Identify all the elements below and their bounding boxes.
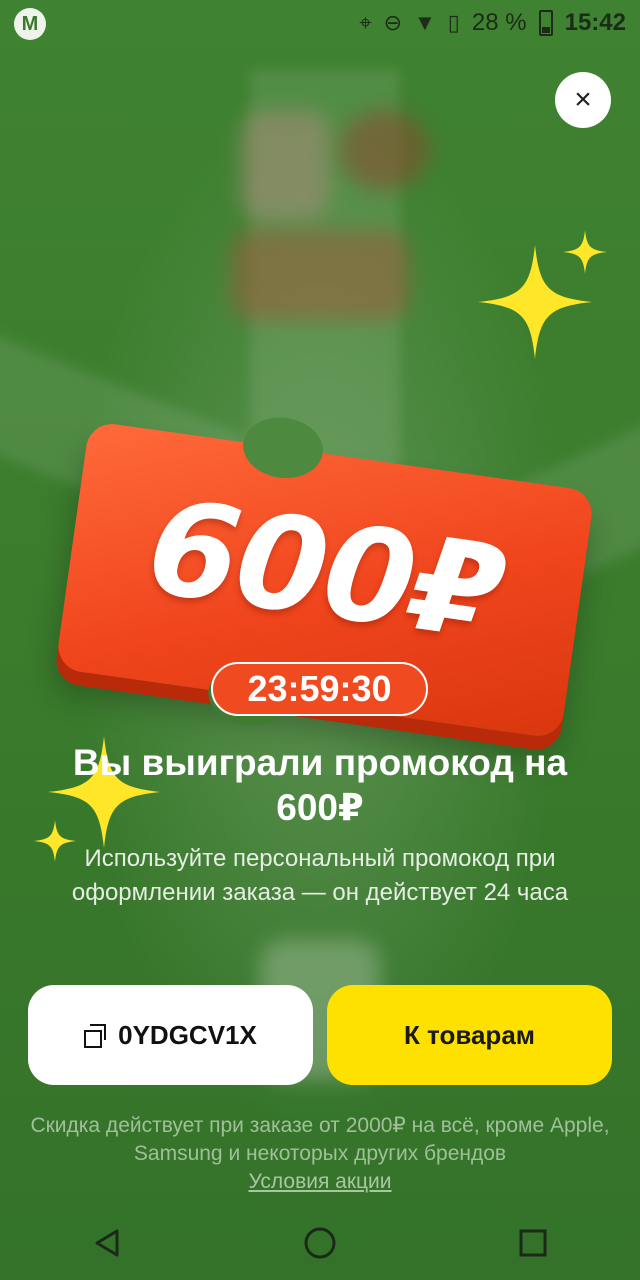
back-triangle-icon — [95, 1229, 119, 1256]
terms-footnote: Скидка действует при заказе от 2000₽ на … — [30, 1112, 610, 1196]
battery-percent: 28 % — [471, 9, 527, 36]
system-nav-bar — [0, 1205, 640, 1280]
footnote-text: Скидка действует при заказе от 2000₽ на … — [30, 1114, 610, 1165]
page-title: Вы выиграли промокод на 600₽ — [72, 742, 568, 828]
promo-code-label: 0YDGCV1X — [118, 1019, 257, 1050]
home-button[interactable] — [290, 1213, 350, 1273]
battery-icon — [538, 10, 553, 36]
no-sim-icon: ▯ — [447, 10, 460, 35]
vpn-icon: ⌖ — [359, 10, 372, 35]
blurred-product — [240, 110, 330, 220]
blurred-product — [230, 230, 410, 320]
to-products-button[interactable]: К товарам — [327, 985, 612, 1085]
recents-button[interactable] — [503, 1213, 563, 1273]
copy-icon — [84, 1024, 107, 1048]
status-icons: ⌖ ⊖ ▼ ▯ 28 % 15:42 — [359, 6, 626, 40]
back-button[interactable] — [77, 1213, 137, 1273]
status-bar: M ⌖ ⊖ ▼ ▯ 28 % 15:42 — [0, 0, 640, 46]
blurred-product — [340, 110, 430, 190]
description-text: Используйте персональный промокод при оф… — [71, 845, 569, 906]
do-not-disturb-icon: ⊖ — [383, 10, 403, 35]
sparkle-icon — [563, 230, 607, 274]
home-circle-icon — [304, 1227, 336, 1258]
countdown-timer: 23:59:30 — [211, 662, 428, 716]
to-products-label: К товарам — [403, 1019, 536, 1050]
copy-promo-code-button[interactable]: 0YDGCV1X — [28, 985, 313, 1085]
market-app-icon: M — [14, 8, 46, 40]
close-button[interactable]: × — [555, 72, 611, 128]
wifi-icon: ▼ — [414, 10, 436, 35]
clock: 15:42 — [564, 9, 626, 36]
recents-square-icon — [519, 1229, 547, 1256]
terms-link[interactable]: Условия акции — [248, 1170, 391, 1193]
close-icon: × — [574, 83, 592, 116]
